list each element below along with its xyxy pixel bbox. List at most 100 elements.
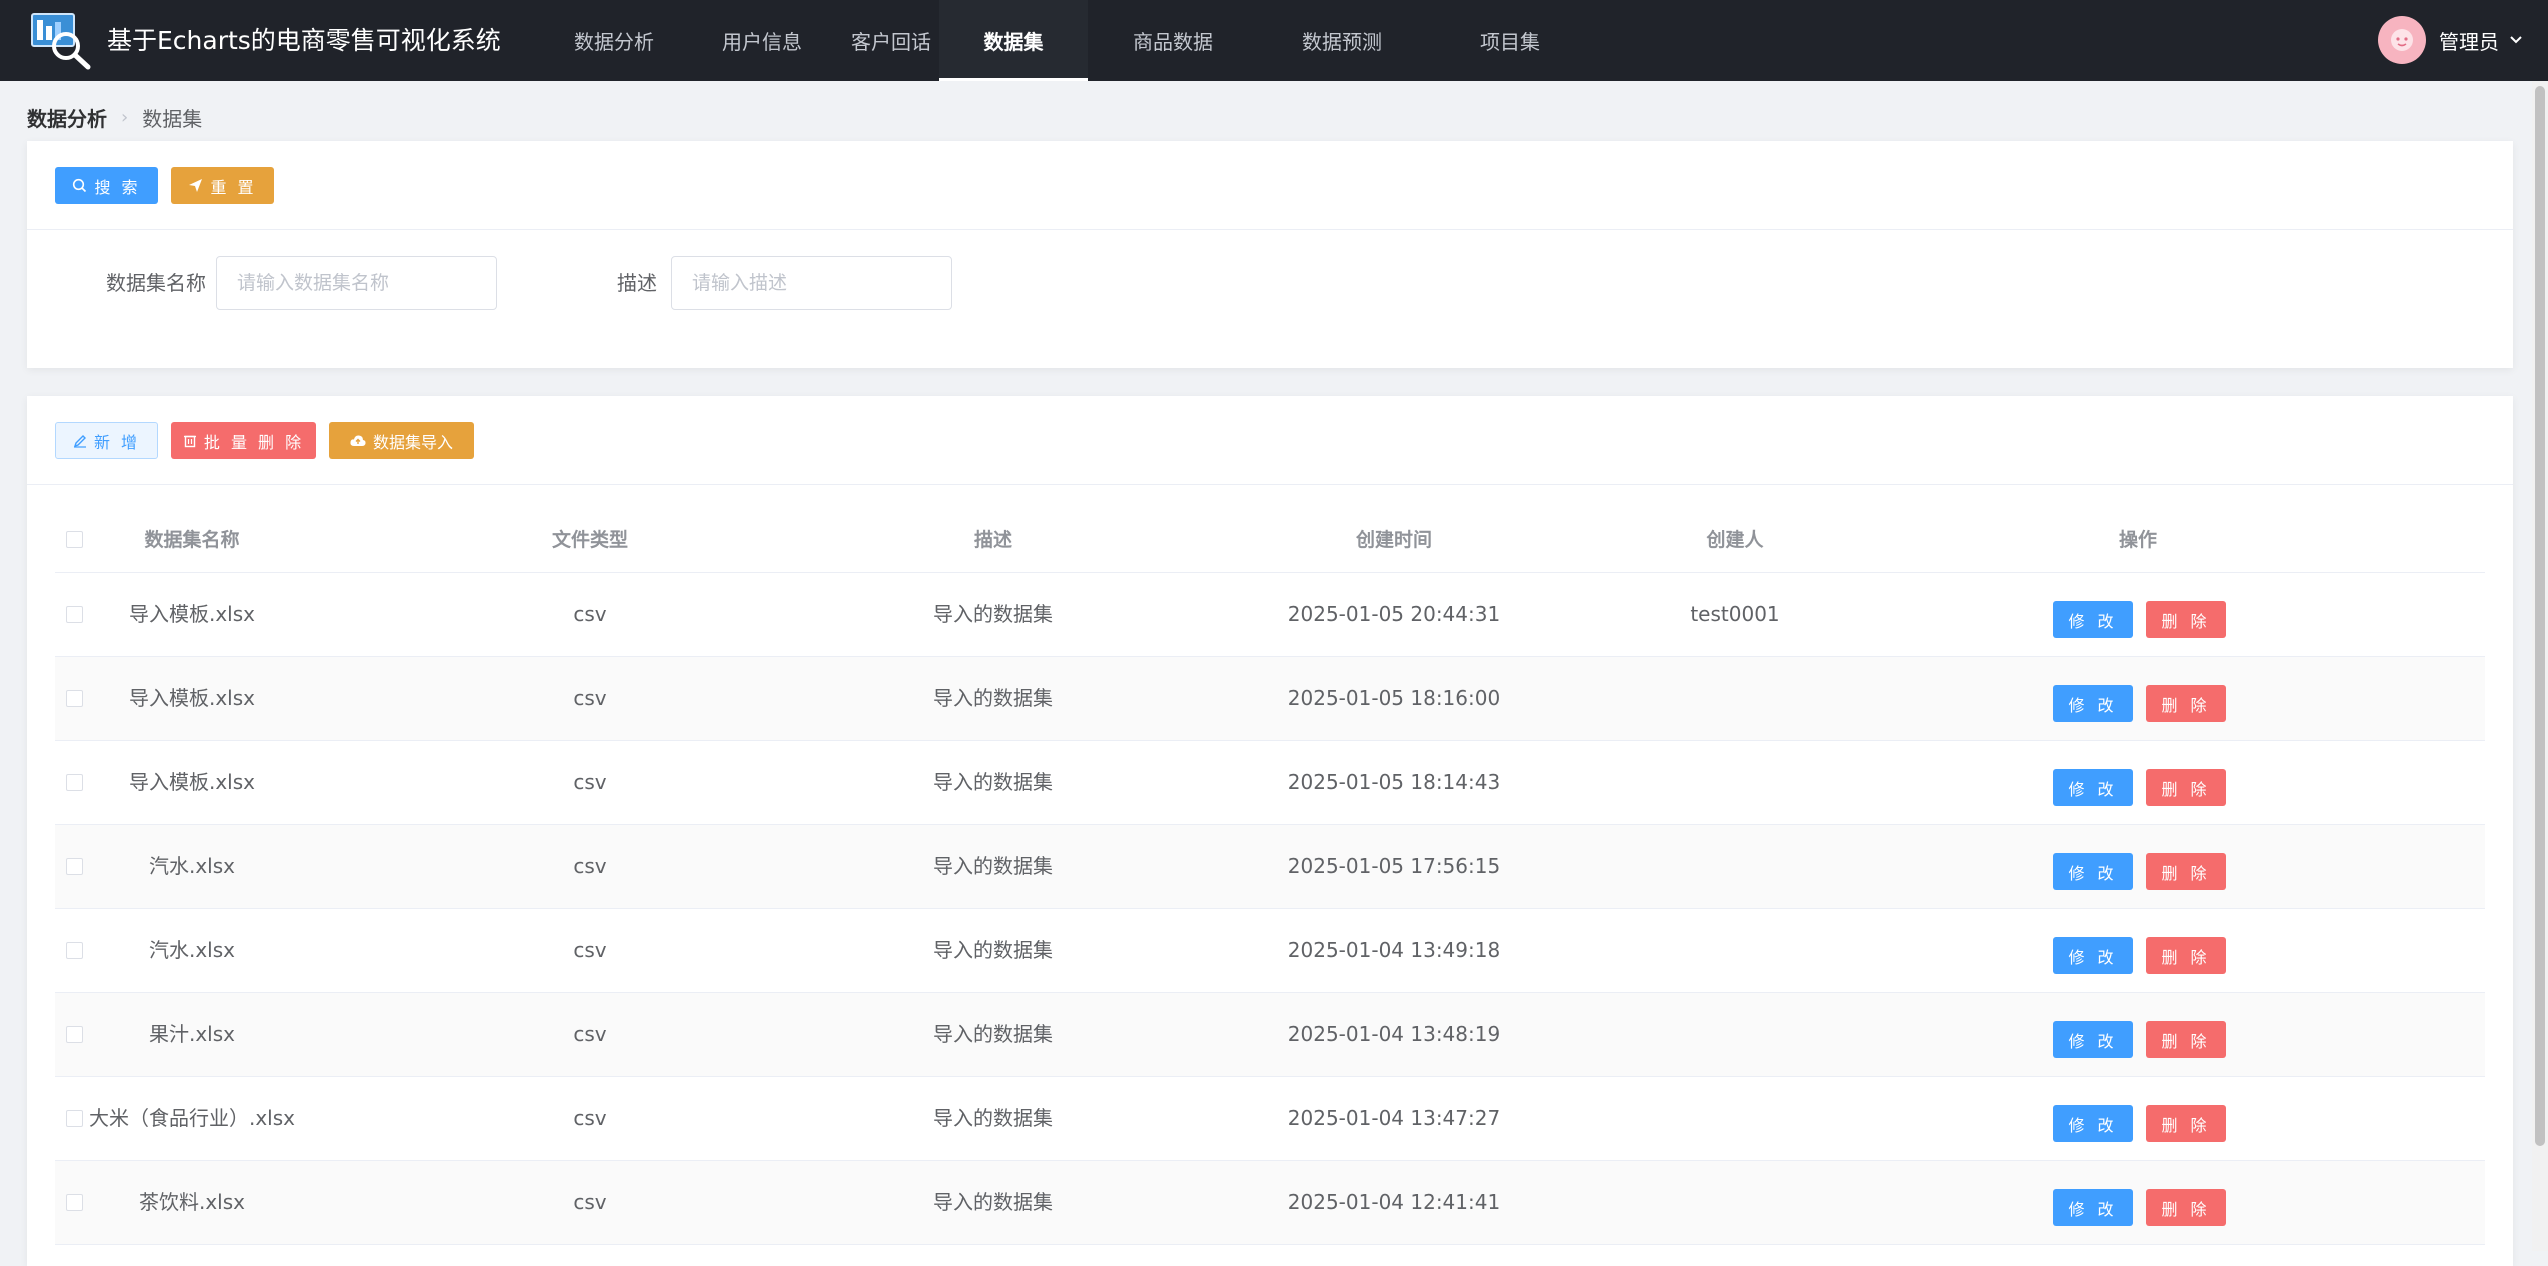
table-row[interactable]: 大米（食品行业）.xlsx csv 导入的数据集 2025-01-04 13:47:2… <box>55 1077 2485 1161</box>
column-header-description[interactable]: 描述 <box>918 508 1068 572</box>
table-row[interactable]: 汽水.xlsx csv 导入的数据集 2025-01-04 13:49:18 修 改删 … <box>55 909 2485 993</box>
delete-button[interactable]: 删 除 <box>2146 853 2226 890</box>
add-button[interactable]: 新 增 <box>55 422 158 459</box>
edit-button[interactable]: 修 改 <box>2053 769 2133 806</box>
row-actions: 修 改删 除 <box>2053 853 2226 890</box>
table-row[interactable]: 果汁.xlsx csv 导入的数据集 2025-01-04 13:48:19 修 改删 … <box>55 993 2485 1077</box>
cell-file-type: csv <box>573 1190 607 1214</box>
cell-creator <box>1660 657 1810 740</box>
page-scrollbar-thumb[interactable] <box>2535 86 2545 1146</box>
cell-description: 导入的数据集 <box>933 770 1053 794</box>
cell-description: 导入的数据集 <box>933 938 1053 962</box>
cell-created-time: 2025-01-04 13:48:19 <box>1287 1022 1501 1046</box>
add-button-label: 新 增 <box>93 432 141 452</box>
search-button[interactable]: 搜 索 <box>55 167 158 204</box>
nav-product-data[interactable]: 商品数据 <box>1088 0 1258 81</box>
cell-dataset-name: 果汁.xlsx <box>148 1022 235 1046</box>
nav-data-forecast[interactable]: 数据预测 <box>1258 0 1426 81</box>
divider <box>27 484 2513 485</box>
edit-button[interactable]: 修 改 <box>2053 937 2133 974</box>
top-header: 基于Echarts的电商零售可视化系统 数据分析 用户信息 客户回话 数据集 商… <box>0 0 2548 81</box>
column-header-actions: 操作 <box>2118 529 2157 551</box>
cell-creator <box>1660 1077 1810 1160</box>
table-row[interactable]: 导入模板.xlsx csv 导入的数据集 2025-01-05 18:14:43 修 改… <box>55 741 2485 825</box>
column-header-created-time[interactable]: 创建时间 <box>1254 508 1534 572</box>
reset-button[interactable]: 重 置 <box>171 167 274 204</box>
cell-created-time: 2025-01-05 20:44:31 <box>1287 602 1501 626</box>
nav-projects[interactable]: 项目集 <box>1426 0 1594 81</box>
cell-dataset-name: 大米（食品行业）.xlsx <box>88 1106 295 1130</box>
import-dataset-button[interactable]: 数据集导入 <box>329 422 474 459</box>
column-header-name[interactable]: 数据集名称 <box>112 508 272 572</box>
delete-button[interactable]: 删 除 <box>2146 685 2226 722</box>
table-row[interactable]: 导入模板.xlsx csv 导入的数据集 2025-01-05 18:16:00 修 改… <box>55 657 2485 741</box>
trash-icon <box>183 435 196 448</box>
cell-file-type: csv <box>573 602 607 626</box>
cell-dataset-name: 导入模板.xlsx <box>128 686 255 710</box>
column-header-creator[interactable]: 创建人 <box>1660 508 1810 572</box>
search-button-label: 搜 索 <box>94 177 141 197</box>
table-toolbar: 新 增 批 量 删 除 数据集导入 <box>55 422 474 459</box>
table-row[interactable]: 茶饮料.xlsx csv 导入的数据集 2025-01-04 12:41:41 修 改删… <box>55 1161 2485 1245</box>
cell-dataset-name: 汽水.xlsx <box>148 854 235 878</box>
edit-button[interactable]: 修 改 <box>2053 601 2133 638</box>
delete-button[interactable]: 删 除 <box>2146 1105 2226 1142</box>
delete-button[interactable]: 删 除 <box>2146 601 2226 638</box>
send-icon <box>189 179 203 192</box>
row-actions: 修 改删 除 <box>2053 769 2226 806</box>
delete-button[interactable]: 删 除 <box>2146 769 2226 806</box>
breadcrumb-current: 数据集 <box>142 107 203 131</box>
search-icon <box>73 178 87 193</box>
description-label: 描述 <box>617 271 657 295</box>
app-logo-icon <box>31 13 91 70</box>
description-input[interactable] <box>671 256 952 310</box>
edit-button[interactable]: 修 改 <box>2053 685 2133 722</box>
batch-delete-button[interactable]: 批 量 删 除 <box>171 422 316 459</box>
nav-user-info[interactable]: 用户信息 <box>688 0 836 81</box>
column-header-type[interactable]: 文件类型 <box>515 508 665 572</box>
delete-button[interactable]: 删 除 <box>2146 1021 2226 1058</box>
edit-button[interactable]: 修 改 <box>2053 1021 2133 1058</box>
cell-creator: test0001 <box>1690 602 1780 626</box>
avatar-face-icon <box>2391 29 2413 51</box>
cell-dataset-name: 汽水.xlsx <box>148 938 235 962</box>
cell-creator <box>1660 909 1810 992</box>
dataset-name-input[interactable] <box>216 256 497 310</box>
user-menu[interactable]: 管理员 <box>2378 16 2523 64</box>
cell-created-time: 2025-01-04 12:41:41 <box>1287 1190 1501 1214</box>
row-actions: 修 改删 除 <box>2053 1021 2226 1058</box>
batch-delete-button-label: 批 量 删 除 <box>203 432 305 452</box>
chevron-down-icon[interactable] <box>2509 33 2523 47</box>
table-row[interactable]: 导入模板.xlsx csv 导入的数据集 2025-01-05 20:44:31 tes… <box>55 573 2485 657</box>
reset-button-label: 重 置 <box>210 177 257 197</box>
dataset-table: 数据集名称 文件类型 描述 创建时间 创建人 操作 导入模板.xlsx csv 导入… <box>55 508 2485 1245</box>
edit-icon <box>73 434 86 448</box>
cell-creator <box>1660 825 1810 908</box>
cell-file-type: csv <box>573 770 607 794</box>
avatar[interactable] <box>2378 16 2426 64</box>
cell-description: 导入的数据集 <box>933 602 1053 626</box>
delete-button[interactable]: 删 除 <box>2146 1189 2226 1226</box>
delete-button[interactable]: 删 除 <box>2146 937 2226 974</box>
nav-datasets[interactable]: 数据集 <box>939 0 1088 81</box>
cell-file-type: csv <box>573 1106 607 1130</box>
cell-file-type: csv <box>573 1022 607 1046</box>
select-all-checkbox[interactable] <box>66 531 83 548</box>
cell-file-type: csv <box>573 686 607 710</box>
cell-created-time: 2025-01-05 17:56:15 <box>1287 854 1501 878</box>
edit-button[interactable]: 修 改 <box>2053 1105 2133 1142</box>
cell-created-time: 2025-01-05 18:16:00 <box>1287 686 1501 710</box>
cell-description: 导入的数据集 <box>933 1106 1053 1130</box>
app-title: 基于Echarts的电商零售可视化系统 <box>107 26 501 55</box>
cell-description: 导入的数据集 <box>933 1190 1053 1214</box>
row-actions: 修 改删 除 <box>2053 937 2226 974</box>
nav-data-analysis[interactable]: 数据分析 <box>540 0 688 81</box>
row-actions: 修 改删 除 <box>2053 601 2226 638</box>
breadcrumb-root[interactable]: 数据分析 <box>27 103 107 132</box>
table-row[interactable]: 汽水.xlsx csv 导入的数据集 2025-01-05 17:56:15 修 改删 … <box>55 825 2485 909</box>
edit-button[interactable]: 修 改 <box>2053 853 2133 890</box>
edit-button[interactable]: 修 改 <box>2053 1189 2133 1226</box>
cell-created-time: 2025-01-04 13:47:27 <box>1287 1106 1501 1130</box>
cell-file-type: csv <box>573 938 607 962</box>
breadcrumb-separator-icon: › <box>121 107 129 128</box>
